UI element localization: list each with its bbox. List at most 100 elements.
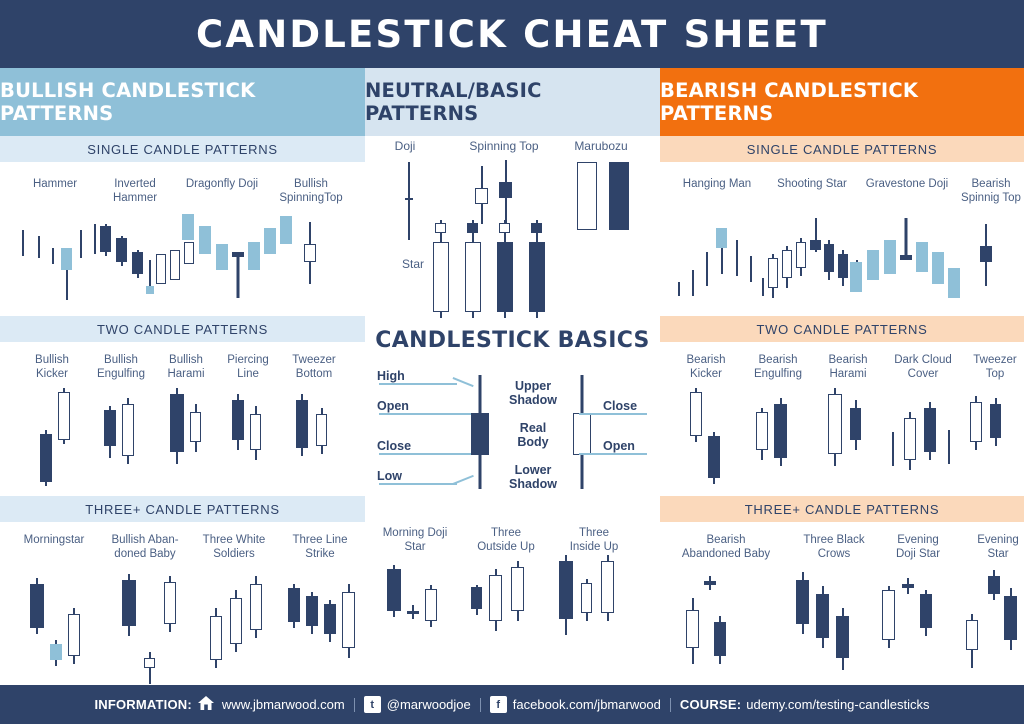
pattern-label-inverted-hammer: Inverted Hammer xyxy=(112,178,158,204)
column-bullish: SINGLE CANDLE PATTERNS Hammer Inverted H… xyxy=(0,136,365,685)
pattern-glyph-bullish-harami xyxy=(168,388,210,484)
basics-label-right-close: Close xyxy=(603,399,638,413)
pattern-label-bullish-harami: Bullish Harami xyxy=(167,354,205,380)
basics-line-close xyxy=(379,453,475,455)
pattern-label-bullish-spinning-top: Bullish SpinningTop xyxy=(279,178,343,204)
basics-label-upper-shadow: Upper Shadow xyxy=(509,379,557,407)
footer-twitter: t @marwoodjoe xyxy=(363,696,471,713)
pattern-label-hanging-man: Hanging Man xyxy=(682,178,752,190)
footer-information-label: INFORMATION: xyxy=(94,697,192,712)
pattern-label-bearish-engulfing: Bearish Engulfing xyxy=(754,354,802,380)
pattern-glyph-hammer xyxy=(18,222,100,302)
pattern-glyph-bearish-spinning-top xyxy=(976,224,1000,296)
pattern-label-hammer: Hammer xyxy=(32,178,78,190)
basics-label-lower-shadow: Lower Shadow xyxy=(509,463,557,491)
footer-website[interactable]: www.jbmarwood.com xyxy=(222,697,345,712)
section-neutral-three: Morning Doji Star Three Outside Up Three… xyxy=(365,503,660,683)
pattern-glyph-bullish-kicker xyxy=(36,388,78,488)
section-bullish-three: Morningstar Bullish Aban- doned Baby Thr… xyxy=(0,522,365,684)
footer-divider-1 xyxy=(353,697,355,712)
pattern-label-three-black-crows: Three Black Crows xyxy=(803,534,865,560)
pattern-glyph-bullish-spinning-top xyxy=(300,222,324,294)
pattern-label-tweezer-bottom: Tweezer Bottom xyxy=(292,354,336,380)
pattern-glyph-dragonfly-doji xyxy=(182,214,292,306)
pattern-glyph-inverted-hammer xyxy=(100,222,194,302)
footer-divider-2 xyxy=(479,697,481,712)
pattern-glyph-bullish-abandoned-baby xyxy=(120,574,176,684)
basics-dark-candle xyxy=(471,375,489,489)
pattern-glyph-three-inside-up xyxy=(559,555,627,647)
pattern-label-bearish-spinning-top: Bearish Spinnig Top xyxy=(961,178,1021,204)
column-header-neutral: NEUTRAL/BASIC PATTERNS xyxy=(365,68,660,136)
footer-bar: INFORMATION: www.jbmarwood.com t @marwoo… xyxy=(0,685,1024,724)
pattern-glyph-shooting-star xyxy=(768,218,862,308)
pattern-label-dragonfly-doji: Dragonfly Doji xyxy=(185,178,259,190)
column-header-bullish: BULLISH CANDLESTICK PATTERNS xyxy=(0,68,365,136)
basics-title: CANDLESTICK BASICS xyxy=(375,328,650,353)
basics-label-right-open: Open xyxy=(603,439,635,453)
columns-body: SINGLE CANDLE PATTERNS Hammer Inverted H… xyxy=(0,136,1024,685)
footer-twitter-handle[interactable]: @marwoodjoe xyxy=(387,697,471,712)
pattern-label-star: Star xyxy=(401,257,424,271)
pattern-glyph-doji xyxy=(401,162,415,242)
pattern-label-spinning-top: Spinning Top xyxy=(469,139,539,153)
basics-white-candle xyxy=(573,375,591,489)
pattern-glyph-three-black-crows xyxy=(796,572,858,680)
pattern-glyph-three-outside-up xyxy=(471,561,539,647)
facebook-icon: f xyxy=(489,696,507,713)
footer-facebook: f facebook.com/jbmarwood xyxy=(489,696,661,713)
pattern-label-bearish-kicker: Bearish Kicker xyxy=(686,354,726,380)
pattern-label-piercing-line: Piercing Line xyxy=(227,354,269,380)
band-bearish-three: THREE+ CANDLE PATTERNS xyxy=(660,496,1024,522)
footer-course-url[interactable]: udemy.com/testing-candlesticks xyxy=(746,697,929,712)
pattern-label-shooting-star: Shooting Star xyxy=(777,178,847,190)
pattern-label-morning-doji-star: Morning Doji Star xyxy=(382,527,448,553)
pattern-glyph-bullish-engulfing xyxy=(102,398,144,482)
footer-divider-3 xyxy=(669,697,671,712)
pattern-label-bullish-kicker: Bullish Kicker xyxy=(35,354,69,380)
basics-line-open xyxy=(379,413,475,415)
section-neutral-basics: Doji Spinning Top Marubozu Star xyxy=(365,136,660,326)
pattern-glyph-star xyxy=(433,220,563,320)
pattern-label-tweezer-top: Tweezer Top xyxy=(973,354,1017,380)
pattern-label-bearish-harami: Bearish Harami xyxy=(828,354,868,380)
band-bullish-two: TWO CANDLE PATTERNS xyxy=(0,316,365,342)
basics-label-close: Close xyxy=(377,439,412,453)
page-title: CANDLESTICK CHEAT SHEET xyxy=(196,12,828,56)
pattern-glyph-gravestone-doji xyxy=(850,218,960,304)
basics-line-right-open xyxy=(579,453,647,455)
pattern-glyph-marubozu xyxy=(577,162,647,234)
pattern-label-marubozu: Marubozu xyxy=(574,139,628,153)
basics-label-high: High xyxy=(377,369,405,383)
footer-information: INFORMATION: www.jbmarwood.com xyxy=(94,695,345,714)
twitter-icon: t xyxy=(363,696,381,713)
pattern-glyph-evening-star xyxy=(966,570,1024,676)
pattern-label-bullish-engulfing: Bullish Engulfing xyxy=(97,354,145,380)
pattern-label-three-white-soldiers: Three White Soldiers xyxy=(202,534,266,560)
column-header-bearish: BEARISH CANDLESTICK PATTERNS xyxy=(660,68,1024,136)
footer-facebook-url[interactable]: facebook.com/jbmarwood xyxy=(513,697,661,712)
band-bearish-two: TWO CANDLE PATTERNS xyxy=(660,316,1024,342)
band-bullish-single: SINGLE CANDLE PATTERNS xyxy=(0,136,365,162)
pattern-label-bearish-abandoned-baby: Bearish Abandoned Baby xyxy=(681,534,771,560)
pattern-glyph-three-white-soldiers xyxy=(208,576,268,676)
pattern-glyph-bearish-kicker xyxy=(686,388,728,488)
basics-label-open: Open xyxy=(377,399,409,413)
pattern-label-evening-star: Evening Star xyxy=(977,534,1019,560)
section-bearish-two: Bearish Kicker Bearish Engulfing Bearish… xyxy=(660,342,1024,496)
page-title-bar: CANDLESTICK CHEAT SHEET xyxy=(0,0,1024,68)
basics-label-real-body: Real Body xyxy=(517,421,549,449)
pattern-glyph-bearish-engulfing xyxy=(754,398,796,484)
pattern-glyph-three-line-strike xyxy=(288,584,360,674)
pattern-glyph-dark-cloud-cover xyxy=(890,390,954,486)
column-neutral: Doji Spinning Top Marubozu Star CANDLEST… xyxy=(365,136,660,685)
basics-line-high xyxy=(379,383,457,385)
footer-course-label: COURSE: xyxy=(679,697,742,712)
section-bullish-two: Bullish Kicker Bullish Engulfing Bullish… xyxy=(0,342,365,496)
pattern-glyph-evening-doji-star xyxy=(882,578,944,658)
pattern-label-doji: Doji xyxy=(394,139,416,153)
section-bearish-three: Bearish Abandoned Baby Three Black Crows… xyxy=(660,522,1024,682)
pattern-label-three-line-strike: Three Line Strike xyxy=(292,534,348,560)
pattern-label-morningstar: Morningstar xyxy=(23,534,85,546)
pattern-label-three-inside-up: Three Inside Up xyxy=(569,527,619,553)
